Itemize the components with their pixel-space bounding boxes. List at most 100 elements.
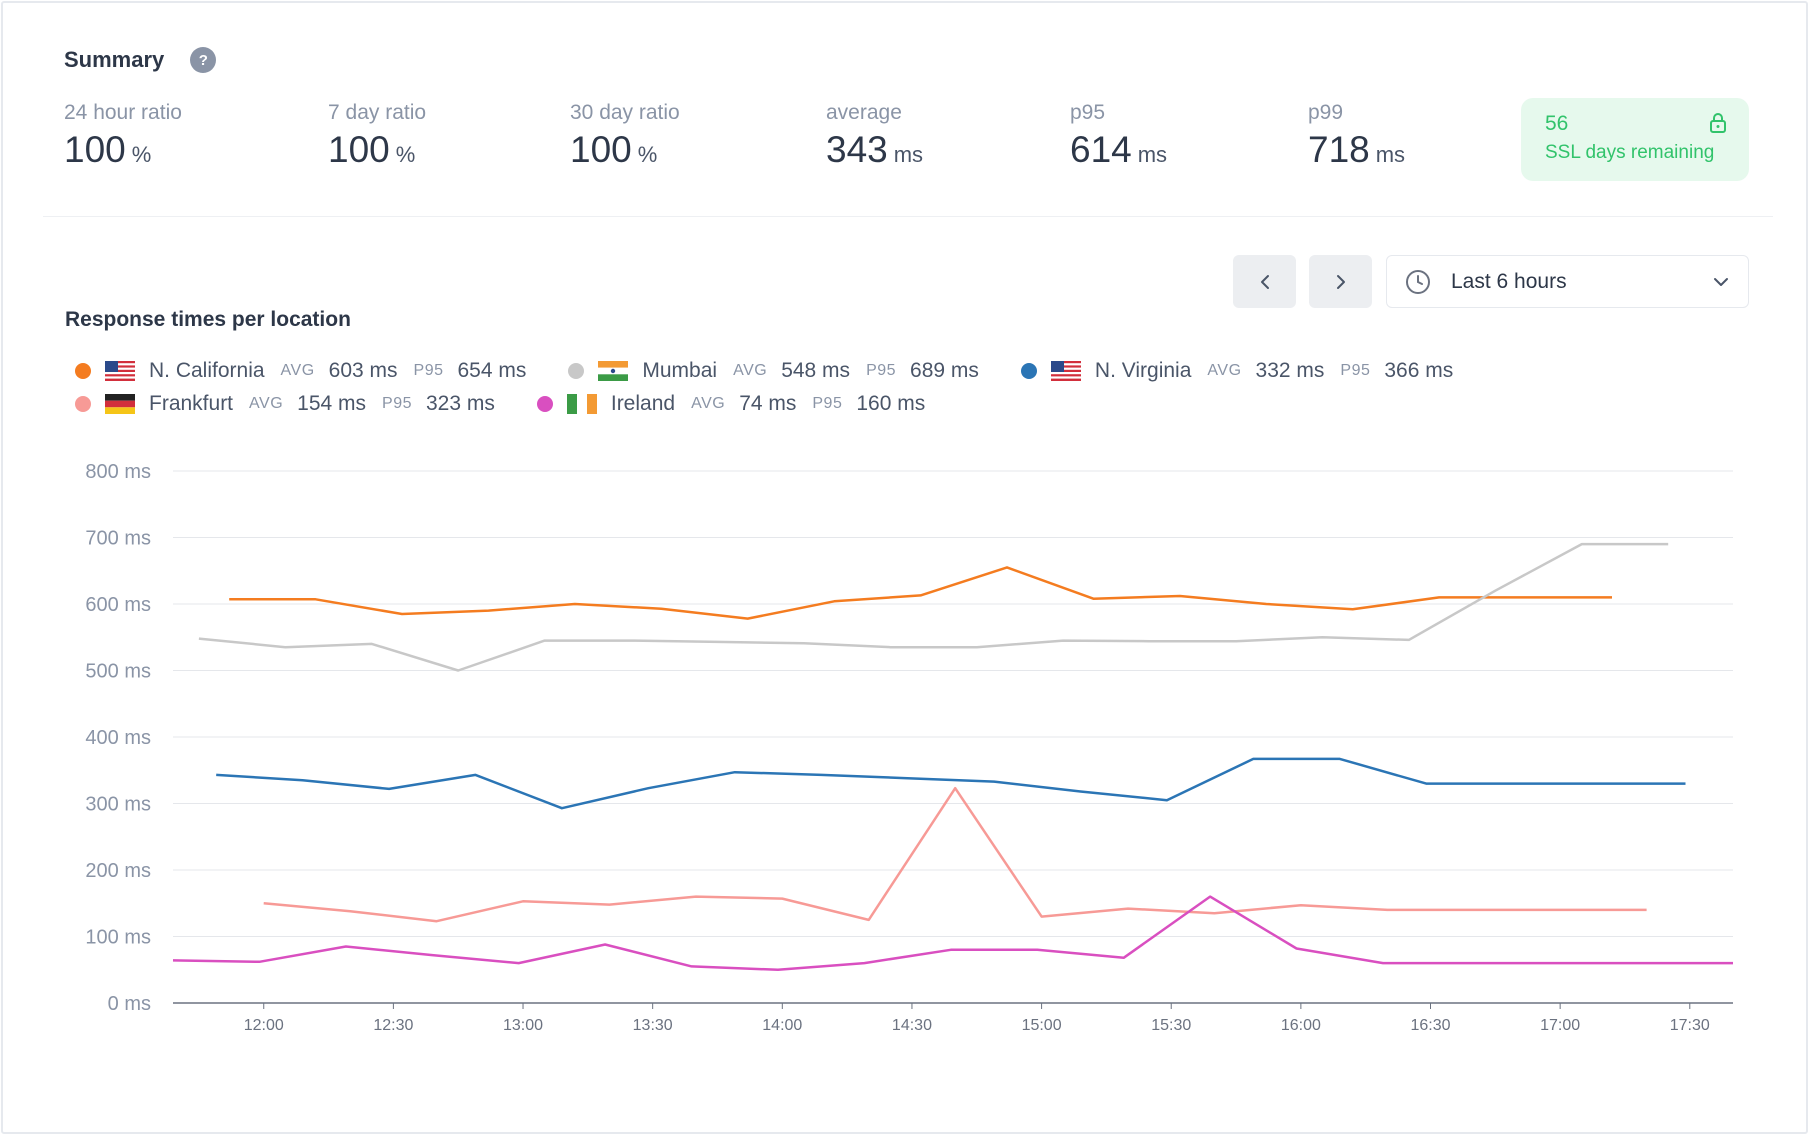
avg-key: AVG	[691, 395, 726, 412]
chart-title: Response times per location	[65, 308, 351, 331]
location-name: Ireland	[610, 392, 676, 415]
us-flag-icon	[1050, 361, 1081, 381]
legend-row: N. California AVG 603 ms P95 654 ms Mumb…	[75, 359, 1495, 383]
series-dot	[75, 396, 91, 412]
summary-title: Summary	[64, 47, 165, 72]
divider	[43, 216, 1773, 217]
x-tick-label: 13:00	[503, 1017, 543, 1034]
stat-label: 30 day ratio	[570, 101, 680, 124]
stat-value: 100	[570, 129, 632, 170]
y-tick-label: 100 ms	[85, 927, 151, 949]
avg-key: AVG	[733, 362, 768, 379]
stat-24h-ratio: 24 hour ratio 100%	[64, 101, 182, 171]
y-tick-label: 200 ms	[85, 860, 151, 882]
stat-7d-ratio: 7 day ratio 100%	[328, 101, 426, 171]
series-dot	[75, 363, 91, 379]
ie-flag-icon	[566, 394, 597, 414]
legend-item-ireland[interactable]: Ireland AVG 74 ms P95 160 ms	[536, 392, 941, 416]
clock-icon	[1406, 269, 1430, 294]
series-line-n-virginia[interactable]	[216, 757, 1686, 810]
avg-key: AVG	[249, 395, 284, 412]
previous-range-button[interactable]	[1233, 255, 1296, 308]
de-flag-icon	[105, 394, 135, 414]
in-flag-icon	[598, 361, 629, 381]
stat-label: p99	[1308, 101, 1344, 124]
p95-value: 366 ms	[1384, 359, 1454, 382]
legend-item-n-virginia[interactable]: N. Virginia AVG 332 ms P95 366 ms	[1020, 359, 1469, 383]
stat-label: 7 day ratio	[328, 101, 427, 124]
p95-key: P95	[382, 395, 412, 412]
series-line-frankfurt[interactable]	[263, 786, 1647, 923]
x-tick-label: 13:30	[633, 1017, 673, 1034]
y-tick-label: 0 ms	[108, 993, 151, 1015]
legend-item-frankfurt[interactable]: Frankfurt AVG 154 ms P95 323 ms	[75, 392, 511, 416]
stat-value: 614	[1070, 129, 1132, 170]
avg-value: 603 ms	[328, 359, 398, 382]
stat-label: p95	[1070, 101, 1106, 124]
p95-key: P95	[1340, 362, 1371, 379]
stat-value: 343	[826, 129, 888, 170]
legend-item-mumbai[interactable]: Mumbai AVG 548 ms P95 689 ms	[568, 359, 995, 383]
chevron-left-icon	[1260, 274, 1269, 289]
p95-value: 654 ms	[457, 359, 527, 382]
y-tick-label: 300 ms	[85, 794, 151, 816]
help-icon[interactable]: ?	[190, 47, 217, 73]
y-tick-label: 700 ms	[85, 528, 151, 550]
stat-unit: %	[637, 142, 658, 167]
monitor-card: Summary ? 24 hour ratio 100% 7 day ratio…	[1, 1, 1808, 1134]
x-tick-label: 16:30	[1410, 1017, 1450, 1034]
ssl-days: 56	[1545, 112, 1569, 135]
y-tick-label: 400 ms	[85, 727, 151, 749]
stat-unit: ms	[1375, 142, 1406, 167]
stat-unit: ms	[1137, 142, 1168, 167]
series-dot	[536, 396, 553, 412]
stat-average: average 343 ms	[826, 101, 923, 171]
avg-value: 74 ms	[739, 392, 797, 415]
response-time-chart: 0 ms 100 ms 200 ms 300 ms 400 ms 500 ms 600 ms…	[85, 461, 1733, 1034]
location-name: N. California	[149, 359, 265, 382]
avg-value: 154 ms	[297, 392, 367, 415]
time-range-label: Last 6 hours	[1451, 269, 1567, 293]
avg-value: 548 ms	[781, 359, 851, 382]
x-tick-label: 15:00	[1022, 1017, 1062, 1034]
series-line-n-california[interactable]	[229, 566, 1612, 620]
stat-unit: %	[131, 142, 152, 167]
avg-value: 332 ms	[1255, 359, 1325, 382]
stat-30d-ratio: 30 day ratio 100%	[570, 101, 680, 171]
summary-header: Summary ?	[64, 47, 217, 73]
y-tick-label: 600 ms	[85, 594, 151, 616]
stat-label: 24 hour ratio	[64, 101, 182, 124]
avg-key: AVG	[1207, 362, 1242, 379]
stat-p95: p95 614 ms	[1070, 101, 1167, 171]
x-tick-label: 17:30	[1670, 1017, 1710, 1034]
p95-key: P95	[812, 395, 843, 412]
stat-p99: p99 718 ms	[1308, 101, 1405, 171]
chevron-right-icon	[1336, 274, 1345, 289]
stat-unit: %	[395, 142, 416, 167]
series-line-ireland[interactable]	[172, 895, 1733, 972]
us-flag-icon	[105, 361, 135, 381]
p95-value: 689 ms	[910, 359, 979, 382]
time-range-select[interactable]: Last 6 hours	[1386, 255, 1749, 308]
x-tick-label: 12:30	[373, 1017, 413, 1034]
ssl-label: SSL days remaining	[1545, 142, 1715, 163]
legend-row: Frankfurt AVG 154 ms P95 323 ms Ireland …	[75, 392, 967, 416]
stat-label: average	[826, 101, 902, 124]
location-name: Mumbai	[642, 359, 718, 382]
series-dot	[1020, 363, 1037, 379]
x-tick-label: 12:00	[244, 1017, 284, 1034]
p95-value: 160 ms	[856, 392, 926, 415]
y-tick-label: 500 ms	[85, 661, 151, 683]
series-line-mumbai[interactable]	[198, 542, 1669, 672]
x-tick-label: 14:30	[892, 1017, 932, 1034]
ssl-badge: 56 SSL days remaining	[1521, 98, 1749, 181]
next-range-button[interactable]	[1309, 255, 1372, 308]
location-name: Frankfurt	[149, 392, 234, 415]
y-tick-label: 800 ms	[85, 461, 151, 483]
stat-unit: ms	[893, 142, 924, 167]
p95-key: P95	[413, 362, 444, 379]
legend-item-n-california[interactable]: N. California AVG 603 ms P95 654 ms	[75, 359, 542, 383]
stat-value: 100	[64, 129, 126, 170]
p95-value: 323 ms	[425, 392, 495, 415]
location-name: N. Virginia	[1094, 359, 1192, 382]
